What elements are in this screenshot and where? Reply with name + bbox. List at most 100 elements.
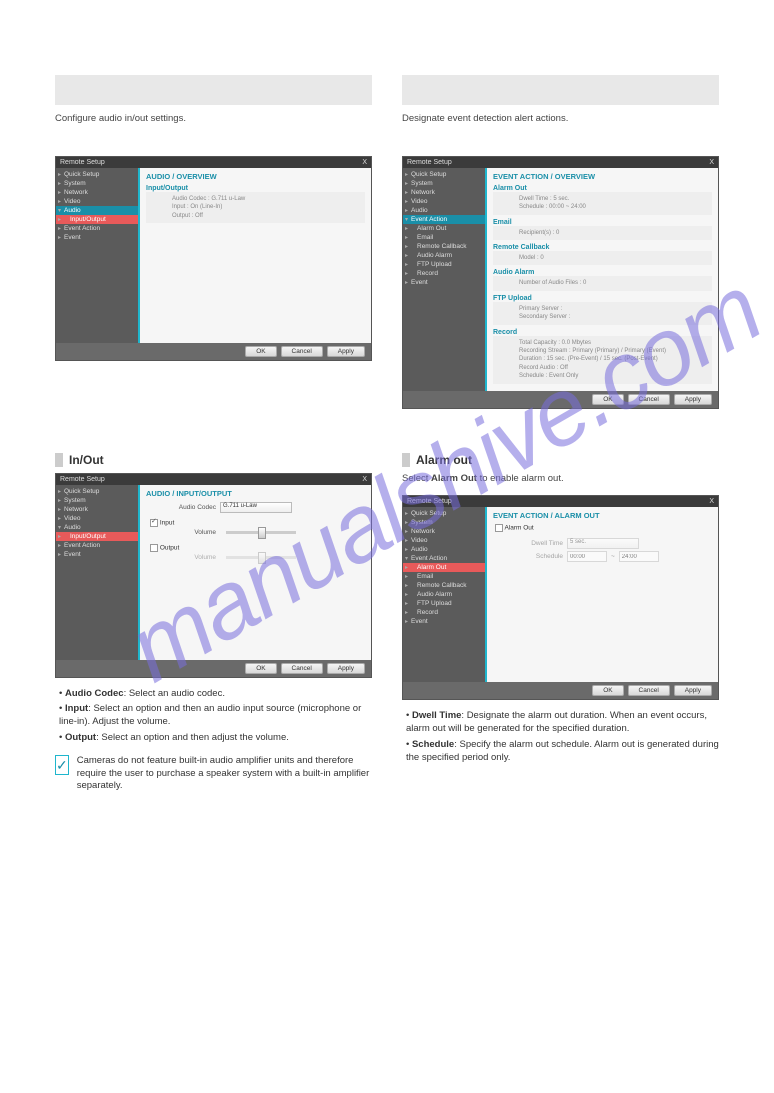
tree-system[interactable]: System [56,179,138,188]
cancel-button[interactable]: Cancel [628,685,670,696]
tree-ftp-upload[interactable]: FTP Upload [403,599,485,608]
tree-system[interactable]: System [403,179,485,188]
close-icon[interactable]: X [709,498,714,505]
audio-overview-text: Configure audio in/out settings. [55,113,372,126]
output-volume-slider [226,556,296,559]
tree-alarm-out[interactable]: Alarm Out [403,563,485,572]
content-pane: EVENT ACTION / ALARM OUT Alarm Out Dwell… [485,507,718,682]
dialog-title: Remote Setup [407,159,452,166]
overview-line: Total Capacity : 0.0 Mbytes [499,339,706,347]
tree-input-output[interactable]: Input/Output [56,215,138,224]
codec-label: Audio Codec [176,504,216,511]
apply-button[interactable]: Apply [327,346,365,357]
close-icon[interactable]: X [362,476,367,483]
cancel-button[interactable]: Cancel [628,394,670,405]
apply-button[interactable]: Apply [674,685,712,696]
dialog-audio-io: Remote Setup X Quick Setup System Networ… [55,473,372,678]
dialog-title: Remote Setup [60,476,105,483]
tree-input-output[interactable]: Input/Output [56,532,138,541]
tree-video[interactable]: Video [403,536,485,545]
tree-event-action[interactable]: Event Action [56,224,138,233]
tree-video[interactable]: Video [56,514,138,523]
tree-ftp-upload[interactable]: FTP Upload [403,260,485,269]
tree-system[interactable]: System [56,496,138,505]
ok-button[interactable]: OK [592,394,623,405]
group-record: Record [493,329,712,336]
ok-button[interactable]: OK [245,663,276,674]
dwell-select[interactable]: 5 sec. [567,538,639,549]
tree-remote-callback[interactable]: Remote Callback [403,581,485,590]
section-bar-audio [55,75,372,105]
output-checkbox[interactable] [150,544,158,552]
tree-record[interactable]: Record [403,608,485,617]
tree-audio-alarm[interactable]: Audio Alarm [403,590,485,599]
bullet-dwell-time: • Dwell Time: Designate the alarm out du… [406,710,719,736]
tree-quick-setup[interactable]: Quick Setup [56,487,138,496]
subhead-bar [402,453,410,467]
tree-event[interactable]: Event [403,617,485,626]
overview-line: Output : Off [152,212,359,220]
close-icon[interactable]: X [362,159,367,166]
ok-button[interactable]: OK [245,346,276,357]
tree-network[interactable]: Network [56,505,138,514]
checkmark-icon: ✓ [55,755,69,775]
ok-button[interactable]: OK [592,685,623,696]
overview-line: Secondary Server : [499,313,706,321]
apply-button[interactable]: Apply [327,663,365,674]
cancel-button[interactable]: Cancel [281,663,323,674]
codec-select[interactable]: G.711 u-Law [220,502,292,513]
close-icon[interactable]: X [709,159,714,166]
tree-event-action[interactable]: Event Action [56,541,138,550]
tree-event[interactable]: Event [56,550,138,559]
pane-title: EVENT ACTION / OVERVIEW [493,172,712,181]
tree-quick-setup[interactable]: Quick Setup [56,170,138,179]
tree-event[interactable]: Event [56,233,138,242]
alarm-out-text: Select Alarm Out to enable alarm out. [402,473,719,486]
tree-network[interactable]: Network [403,188,485,197]
overview-line: Record Audio : Off [499,364,706,372]
overview-line: Model : 0 [499,254,706,262]
overview-line: Primary Server : [499,305,706,313]
schedule-to[interactable] [619,551,659,562]
dialog-title: Remote Setup [60,159,105,166]
input-checkbox[interactable] [150,519,158,527]
content-pane: AUDIO / OVERVIEW Input/Output Audio Code… [138,168,371,343]
output-checkbox-label: Output [160,544,180,551]
overview-line: Schedule : Event Only [499,372,706,380]
tree-video[interactable]: Video [403,197,485,206]
tree-video[interactable]: Video [56,197,138,206]
tree-audio[interactable]: Audio [56,523,138,532]
tree-email[interactable]: Email [403,233,485,242]
tree-event-action[interactable]: Event Action [403,554,485,563]
tree-alarm-out[interactable]: Alarm Out [403,224,485,233]
overview-line: Recipient(s) : 0 [499,229,706,237]
tree-network[interactable]: Network [403,527,485,536]
nav-tree: Quick Setup System Network Video Audio I… [56,168,138,343]
tree-event-action[interactable]: Event Action [403,215,485,224]
subhead-inout: In/Out [69,453,104,467]
input-volume-slider[interactable] [226,531,296,534]
tree-email[interactable]: Email [403,572,485,581]
tree-audio[interactable]: Audio [56,206,138,215]
event-action-overview-text: Designate event detection alert actions. [402,113,719,126]
schedule-from[interactable] [567,551,607,562]
pane-title: AUDIO / INPUT/OUTPUT [146,489,365,498]
alarm-out-checkbox[interactable] [495,524,503,532]
tree-network[interactable]: Network [56,188,138,197]
tree-remote-callback[interactable]: Remote Callback [403,242,485,251]
overview-line: Input : On (Line-In) [152,203,359,211]
pane-title: EVENT ACTION / ALARM OUT [493,511,712,520]
tree-record[interactable]: Record [403,269,485,278]
tree-audio[interactable]: Audio [403,206,485,215]
tree-system[interactable]: System [403,518,485,527]
tree-audio[interactable]: Audio [403,545,485,554]
note-text: Cameras do not feature built-in audio am… [77,755,372,793]
tree-event[interactable]: Event [403,278,485,287]
schedule-label: Schedule [523,553,563,560]
tree-quick-setup[interactable]: Quick Setup [403,509,485,518]
tree-quick-setup[interactable]: Quick Setup [403,170,485,179]
cancel-button[interactable]: Cancel [281,346,323,357]
group-ftp-upload: FTP Upload [493,295,712,302]
apply-button[interactable]: Apply [674,394,712,405]
tree-audio-alarm[interactable]: Audio Alarm [403,251,485,260]
